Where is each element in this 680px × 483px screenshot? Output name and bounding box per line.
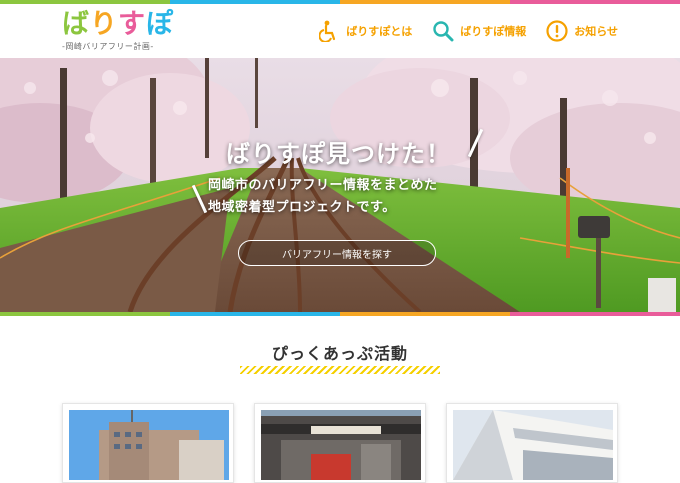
hero-line-1: 岡崎市のバリアフリー情報をまとめた xyxy=(208,178,438,193)
city-building-photo xyxy=(69,410,229,480)
site-logo[interactable]: ばりすぽ -岡崎バリアフリー計画- xyxy=(62,10,174,52)
logo-subtitle: -岡崎バリアフリー計画- xyxy=(62,42,154,51)
hero-description: 岡崎市のバリアフリー情報をまとめた 地域密着型プロジェクトです。 xyxy=(208,175,438,219)
nav-info[interactable]: ばりすぽ情報 xyxy=(432,20,526,42)
site-header: ばりすぽ -岡崎バリアフリー計画- ばりすぽとは ばりすぽ情報 お知らせ xyxy=(0,4,680,58)
nav-about[interactable]: ばりすぽとは xyxy=(318,20,412,42)
activity-card[interactable] xyxy=(62,403,234,483)
wheelchair-icon xyxy=(318,20,340,42)
search-icon xyxy=(432,20,454,42)
exclamation-icon xyxy=(546,20,568,42)
nav-news-label: お知らせ xyxy=(574,25,618,38)
global-nav: ばりすぽとは ばりすぽ情報 お知らせ xyxy=(318,20,618,42)
section-underline xyxy=(240,366,440,374)
activity-card[interactable] xyxy=(254,403,426,483)
station-photo xyxy=(261,410,421,480)
nav-news[interactable]: お知らせ xyxy=(546,20,618,42)
modern-building-photo xyxy=(453,410,613,480)
hero-line-2: 地域密着型プロジェクトです。 xyxy=(208,200,396,215)
logo-text: ばりすぽ xyxy=(62,9,174,40)
nav-about-label: ばりすぽとは xyxy=(346,25,413,38)
activity-card[interactable] xyxy=(446,403,618,483)
nav-info-label: ばりすぽ情報 xyxy=(460,25,527,38)
find-barrierfree-button[interactable]: バリアフリー情報を探す xyxy=(238,240,436,266)
section-title-activities: ぴっくあっぷ活動 xyxy=(271,344,408,363)
hero-title: ばりすぽ見つけた！ xyxy=(226,140,451,168)
hero-section: ばりすぽ見つけた！ 岡崎市のバリアフリー情報をまとめた 地域密着型プロジェクトで… xyxy=(0,58,680,312)
bottom-color-bar xyxy=(0,312,680,316)
